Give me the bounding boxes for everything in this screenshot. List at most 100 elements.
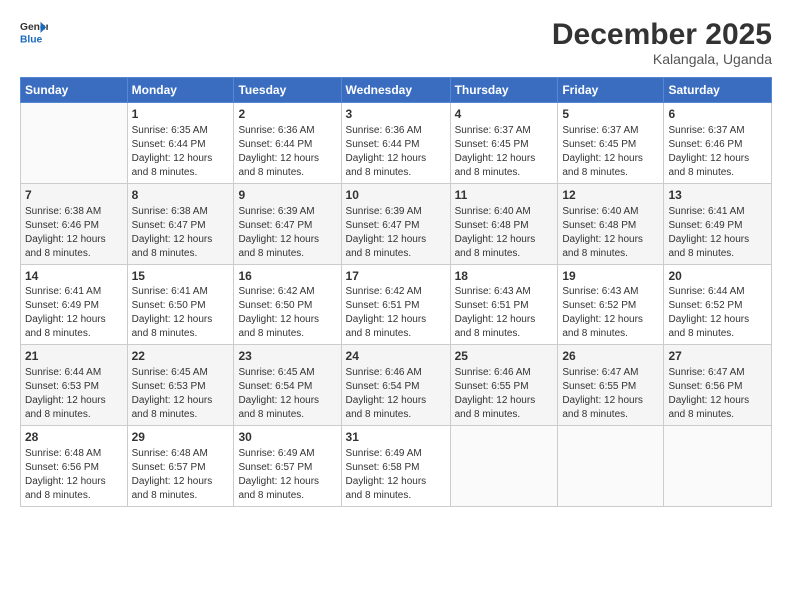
calendar-cell: 14Sunrise: 6:41 AMSunset: 6:49 PMDayligh… [21,264,128,345]
cell-sun-info: Sunrise: 6:39 AMSunset: 6:47 PMDaylight:… [238,205,336,261]
cell-sun-info: Sunrise: 6:36 AMSunset: 6:44 PMDaylight:… [346,124,446,180]
calendar-cell: 31Sunrise: 6:49 AMSunset: 6:58 PMDayligh… [341,426,450,507]
cell-sun-info: Sunrise: 6:47 AMSunset: 6:55 PMDaylight:… [562,366,659,422]
cell-sun-info: Sunrise: 6:38 AMSunset: 6:46 PMDaylight:… [25,205,123,261]
cell-day-number: 12 [562,187,659,204]
cell-day-number: 6 [668,106,767,123]
cell-day-number: 31 [346,429,446,446]
cell-sun-info: Sunrise: 6:38 AMSunset: 6:47 PMDaylight:… [132,205,230,261]
cell-day-number: 28 [25,429,123,446]
week-row-3: 21Sunrise: 6:44 AMSunset: 6:53 PMDayligh… [21,345,772,426]
cell-sun-info: Sunrise: 6:49 AMSunset: 6:57 PMDaylight:… [238,447,336,503]
calendar-cell: 20Sunrise: 6:44 AMSunset: 6:52 PMDayligh… [664,264,772,345]
cell-sun-info: Sunrise: 6:44 AMSunset: 6:53 PMDaylight:… [25,366,123,422]
cell-sun-info: Sunrise: 6:42 AMSunset: 6:50 PMDaylight:… [238,285,336,341]
calendar-cell [450,426,558,507]
calendar-cell: 26Sunrise: 6:47 AMSunset: 6:55 PMDayligh… [558,345,664,426]
calendar-cell: 11Sunrise: 6:40 AMSunset: 6:48 PMDayligh… [450,183,558,264]
cell-day-number: 26 [562,348,659,365]
cell-day-number: 9 [238,187,336,204]
cell-day-number: 20 [668,268,767,285]
cell-day-number: 24 [346,348,446,365]
cell-day-number: 27 [668,348,767,365]
cell-day-number: 15 [132,268,230,285]
cell-sun-info: Sunrise: 6:42 AMSunset: 6:51 PMDaylight:… [346,285,446,341]
calendar-cell: 27Sunrise: 6:47 AMSunset: 6:56 PMDayligh… [664,345,772,426]
cell-sun-info: Sunrise: 6:39 AMSunset: 6:47 PMDaylight:… [346,205,446,261]
title-block: December 2025 Kalangala, Uganda [552,18,772,67]
cell-day-number: 1 [132,106,230,123]
cell-day-number: 21 [25,348,123,365]
logo: General Blue [20,18,48,46]
calendar-cell: 24Sunrise: 6:46 AMSunset: 6:54 PMDayligh… [341,345,450,426]
calendar-table: SundayMondayTuesdayWednesdayThursdayFrid… [20,77,772,507]
calendar-cell: 25Sunrise: 6:46 AMSunset: 6:55 PMDayligh… [450,345,558,426]
cell-sun-info: Sunrise: 6:41 AMSunset: 6:49 PMDaylight:… [668,205,767,261]
cell-sun-info: Sunrise: 6:46 AMSunset: 6:55 PMDaylight:… [455,366,554,422]
cell-sun-info: Sunrise: 6:41 AMSunset: 6:50 PMDaylight:… [132,285,230,341]
col-header-wednesday: Wednesday [341,78,450,103]
cell-sun-info: Sunrise: 6:44 AMSunset: 6:52 PMDaylight:… [668,285,767,341]
cell-sun-info: Sunrise: 6:46 AMSunset: 6:54 PMDaylight:… [346,366,446,422]
week-row-2: 14Sunrise: 6:41 AMSunset: 6:49 PMDayligh… [21,264,772,345]
calendar-cell: 5Sunrise: 6:37 AMSunset: 6:45 PMDaylight… [558,103,664,184]
cell-sun-info: Sunrise: 6:37 AMSunset: 6:45 PMDaylight:… [455,124,554,180]
calendar-cell: 18Sunrise: 6:43 AMSunset: 6:51 PMDayligh… [450,264,558,345]
calendar-cell: 23Sunrise: 6:45 AMSunset: 6:54 PMDayligh… [234,345,341,426]
cell-sun-info: Sunrise: 6:37 AMSunset: 6:45 PMDaylight:… [562,124,659,180]
cell-sun-info: Sunrise: 6:48 AMSunset: 6:56 PMDaylight:… [25,447,123,503]
cell-sun-info: Sunrise: 6:48 AMSunset: 6:57 PMDaylight:… [132,447,230,503]
calendar-cell: 17Sunrise: 6:42 AMSunset: 6:51 PMDayligh… [341,264,450,345]
calendar-cell: 30Sunrise: 6:49 AMSunset: 6:57 PMDayligh… [234,426,341,507]
cell-day-number: 3 [346,106,446,123]
cell-sun-info: Sunrise: 6:36 AMSunset: 6:44 PMDaylight:… [238,124,336,180]
cell-sun-info: Sunrise: 6:40 AMSunset: 6:48 PMDaylight:… [562,205,659,261]
calendar-cell: 16Sunrise: 6:42 AMSunset: 6:50 PMDayligh… [234,264,341,345]
cell-day-number: 19 [562,268,659,285]
cell-sun-info: Sunrise: 6:43 AMSunset: 6:52 PMDaylight:… [562,285,659,341]
calendar-cell: 2Sunrise: 6:36 AMSunset: 6:44 PMDaylight… [234,103,341,184]
calendar-cell: 4Sunrise: 6:37 AMSunset: 6:45 PMDaylight… [450,103,558,184]
calendar-cell: 12Sunrise: 6:40 AMSunset: 6:48 PMDayligh… [558,183,664,264]
calendar-cell: 21Sunrise: 6:44 AMSunset: 6:53 PMDayligh… [21,345,128,426]
calendar-header-row: SundayMondayTuesdayWednesdayThursdayFrid… [21,78,772,103]
cell-day-number: 10 [346,187,446,204]
cell-day-number: 23 [238,348,336,365]
calendar-cell: 13Sunrise: 6:41 AMSunset: 6:49 PMDayligh… [664,183,772,264]
cell-day-number: 29 [132,429,230,446]
cell-sun-info: Sunrise: 6:45 AMSunset: 6:54 PMDaylight:… [238,366,336,422]
calendar-cell: 15Sunrise: 6:41 AMSunset: 6:50 PMDayligh… [127,264,234,345]
svg-text:Blue: Blue [20,34,43,45]
calendar-cell: 8Sunrise: 6:38 AMSunset: 6:47 PMDaylight… [127,183,234,264]
cell-day-number: 22 [132,348,230,365]
col-header-monday: Monday [127,78,234,103]
cell-day-number: 2 [238,106,336,123]
col-header-sunday: Sunday [21,78,128,103]
cell-day-number: 30 [238,429,336,446]
header: General Blue December 2025 Kalangala, Ug… [20,18,772,67]
cell-sun-info: Sunrise: 6:40 AMSunset: 6:48 PMDaylight:… [455,205,554,261]
page: General Blue December 2025 Kalangala, Ug… [0,0,792,612]
calendar-cell: 3Sunrise: 6:36 AMSunset: 6:44 PMDaylight… [341,103,450,184]
col-header-thursday: Thursday [450,78,558,103]
calendar-cell: 9Sunrise: 6:39 AMSunset: 6:47 PMDaylight… [234,183,341,264]
calendar-cell: 10Sunrise: 6:39 AMSunset: 6:47 PMDayligh… [341,183,450,264]
week-row-1: 7Sunrise: 6:38 AMSunset: 6:46 PMDaylight… [21,183,772,264]
col-header-tuesday: Tuesday [234,78,341,103]
calendar-cell: 29Sunrise: 6:48 AMSunset: 6:57 PMDayligh… [127,426,234,507]
week-row-4: 28Sunrise: 6:48 AMSunset: 6:56 PMDayligh… [21,426,772,507]
cell-day-number: 11 [455,187,554,204]
calendar-cell: 7Sunrise: 6:38 AMSunset: 6:46 PMDaylight… [21,183,128,264]
cell-day-number: 17 [346,268,446,285]
calendar-cell [21,103,128,184]
cell-day-number: 14 [25,268,123,285]
week-row-0: 1Sunrise: 6:35 AMSunset: 6:44 PMDaylight… [21,103,772,184]
cell-day-number: 18 [455,268,554,285]
calendar-cell: 6Sunrise: 6:37 AMSunset: 6:46 PMDaylight… [664,103,772,184]
calendar-cell: 19Sunrise: 6:43 AMSunset: 6:52 PMDayligh… [558,264,664,345]
cell-sun-info: Sunrise: 6:47 AMSunset: 6:56 PMDaylight:… [668,366,767,422]
subtitle: Kalangala, Uganda [552,51,772,67]
col-header-friday: Friday [558,78,664,103]
cell-sun-info: Sunrise: 6:49 AMSunset: 6:58 PMDaylight:… [346,447,446,503]
calendar-cell [558,426,664,507]
